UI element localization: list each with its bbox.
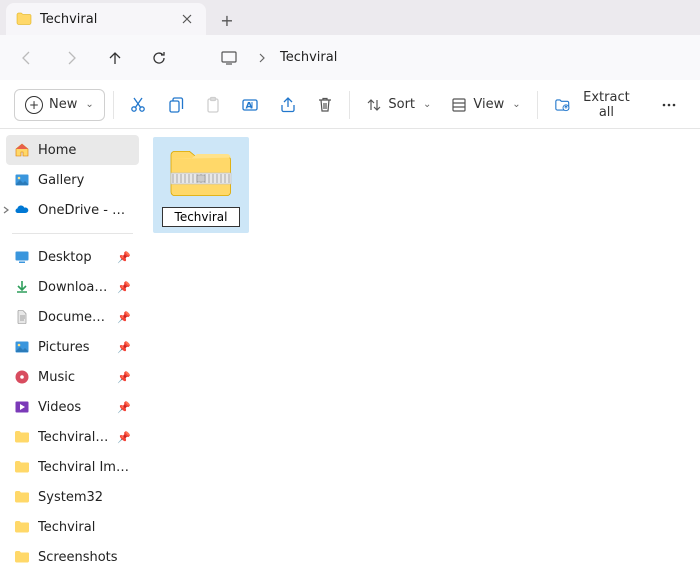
music-icon [14, 369, 30, 385]
sidebar-item-music[interactable]: Music 📌 [6, 362, 139, 392]
folder-icon [14, 429, 30, 445]
sidebar-item-folder[interactable]: System32 [6, 482, 139, 512]
sidebar-item-folder[interactable]: Screenshots [6, 542, 139, 570]
copy-button[interactable] [159, 89, 192, 121]
tab-title: Techviral [40, 12, 97, 27]
separator [113, 91, 114, 119]
folder-icon [14, 519, 30, 535]
chevron-right-icon [258, 53, 266, 63]
sidebar-item-folder[interactable]: Techviral [6, 512, 139, 542]
sidebar-item-label: Documents [38, 310, 109, 325]
sidebar-item-downloads[interactable]: Downloads 📌 [6, 272, 139, 302]
onedrive-icon [14, 202, 30, 218]
sidebar-item-pictures[interactable]: Pictures 📌 [6, 332, 139, 362]
sort-button[interactable]: Sort ⌄ [358, 89, 439, 121]
separator [537, 91, 538, 119]
zip-folder-icon [165, 143, 237, 201]
downloads-icon [14, 279, 30, 295]
pin-icon: 📌 [117, 401, 131, 414]
svg-text:A: A [246, 101, 253, 111]
forward-button[interactable] [56, 43, 86, 73]
share-button[interactable] [271, 89, 304, 121]
sidebar-item-label: Videos [38, 400, 81, 415]
new-label: New [49, 97, 77, 112]
sidebar-item-label: Techviral [38, 520, 95, 535]
chevron-down-icon: ⌄ [423, 99, 431, 110]
sidebar-item-onedrive[interactable]: OneDrive - Persona [6, 195, 139, 225]
navigation-sidebar: Home Gallery OneDrive - Persona Desktop … [0, 129, 145, 570]
gallery-icon [14, 172, 30, 188]
sidebar-item-videos[interactable]: Videos 📌 [6, 392, 139, 422]
videos-icon [14, 399, 30, 415]
pin-icon: 📌 [117, 251, 131, 264]
extract-all-button[interactable]: Extract all [546, 89, 645, 121]
pc-icon[interactable] [214, 43, 244, 73]
separator [349, 91, 350, 119]
view-label: View [473, 97, 504, 112]
sort-label: Sort [388, 97, 415, 112]
title-bar: Techviral + [0, 0, 700, 35]
navigation-bar: Techviral [0, 35, 700, 81]
up-button[interactable] [100, 43, 130, 73]
documents-icon [14, 309, 30, 325]
sidebar-item-desktop[interactable]: Desktop 📌 [6, 242, 139, 272]
sidebar-item-gallery[interactable]: Gallery [6, 165, 139, 195]
window-tab[interactable]: Techviral [6, 3, 206, 35]
home-icon [14, 142, 30, 158]
main-area: Home Gallery OneDrive - Persona Desktop … [0, 129, 700, 570]
sidebar-separator [12, 233, 133, 234]
folder-icon [16, 11, 32, 27]
sidebar-item-label: Gallery [38, 173, 84, 188]
new-button[interactable]: + New ⌄ [14, 89, 105, 121]
sidebar-item-label: System32 [38, 490, 103, 505]
more-button[interactable] [653, 89, 686, 121]
sidebar-item-label: Techviral Images [38, 460, 131, 475]
sidebar-item-label: Screenshots [38, 550, 118, 565]
refresh-button[interactable] [144, 43, 174, 73]
sidebar-item-label: Pictures [38, 340, 89, 355]
sidebar-item-label: Music [38, 370, 75, 385]
sidebar-item-label: Techviral Docum [38, 430, 109, 445]
delete-button[interactable] [308, 89, 341, 121]
close-tab-button[interactable] [178, 10, 196, 28]
expand-caret-icon[interactable] [2, 206, 10, 214]
folder-icon [14, 549, 30, 565]
plus-icon: + [25, 96, 43, 114]
file-item-zip[interactable] [153, 137, 249, 233]
desktop-icon [14, 249, 30, 265]
pin-icon: 📌 [117, 281, 131, 294]
pin-icon: 📌 [117, 371, 131, 384]
folder-icon [14, 489, 30, 505]
sidebar-item-home[interactable]: Home [6, 135, 139, 165]
sidebar-item-label: Downloads [38, 280, 109, 295]
chevron-down-icon: ⌄ [512, 99, 520, 110]
extract-label: Extract all [576, 90, 637, 120]
paste-button[interactable] [196, 89, 229, 121]
sidebar-item-label: OneDrive - Persona [38, 203, 131, 218]
back-button[interactable] [12, 43, 42, 73]
folder-icon [14, 459, 30, 475]
sidebar-item-folder[interactable]: Techviral Images [6, 452, 139, 482]
file-rename-input[interactable] [162, 207, 240, 227]
view-button[interactable]: View ⌄ [443, 89, 528, 121]
sidebar-item-label: Home [38, 143, 76, 158]
rename-button[interactable]: A [234, 89, 267, 121]
pin-icon: 📌 [117, 341, 131, 354]
sidebar-item-label: Desktop [38, 250, 92, 265]
sidebar-item-documents[interactable]: Documents 📌 [6, 302, 139, 332]
command-toolbar: + New ⌄ A Sort ⌄ View ⌄ Extract all [0, 81, 700, 129]
breadcrumb-current[interactable]: Techviral [280, 50, 337, 65]
new-tab-button[interactable]: + [212, 5, 242, 35]
sidebar-item-folder[interactable]: Techviral Docum 📌 [6, 422, 139, 452]
pin-icon: 📌 [117, 311, 131, 324]
pin-icon: 📌 [117, 431, 131, 444]
chevron-down-icon: ⌄ [85, 99, 93, 110]
cut-button[interactable] [122, 89, 155, 121]
file-pane[interactable] [145, 129, 700, 570]
pictures-icon [14, 339, 30, 355]
